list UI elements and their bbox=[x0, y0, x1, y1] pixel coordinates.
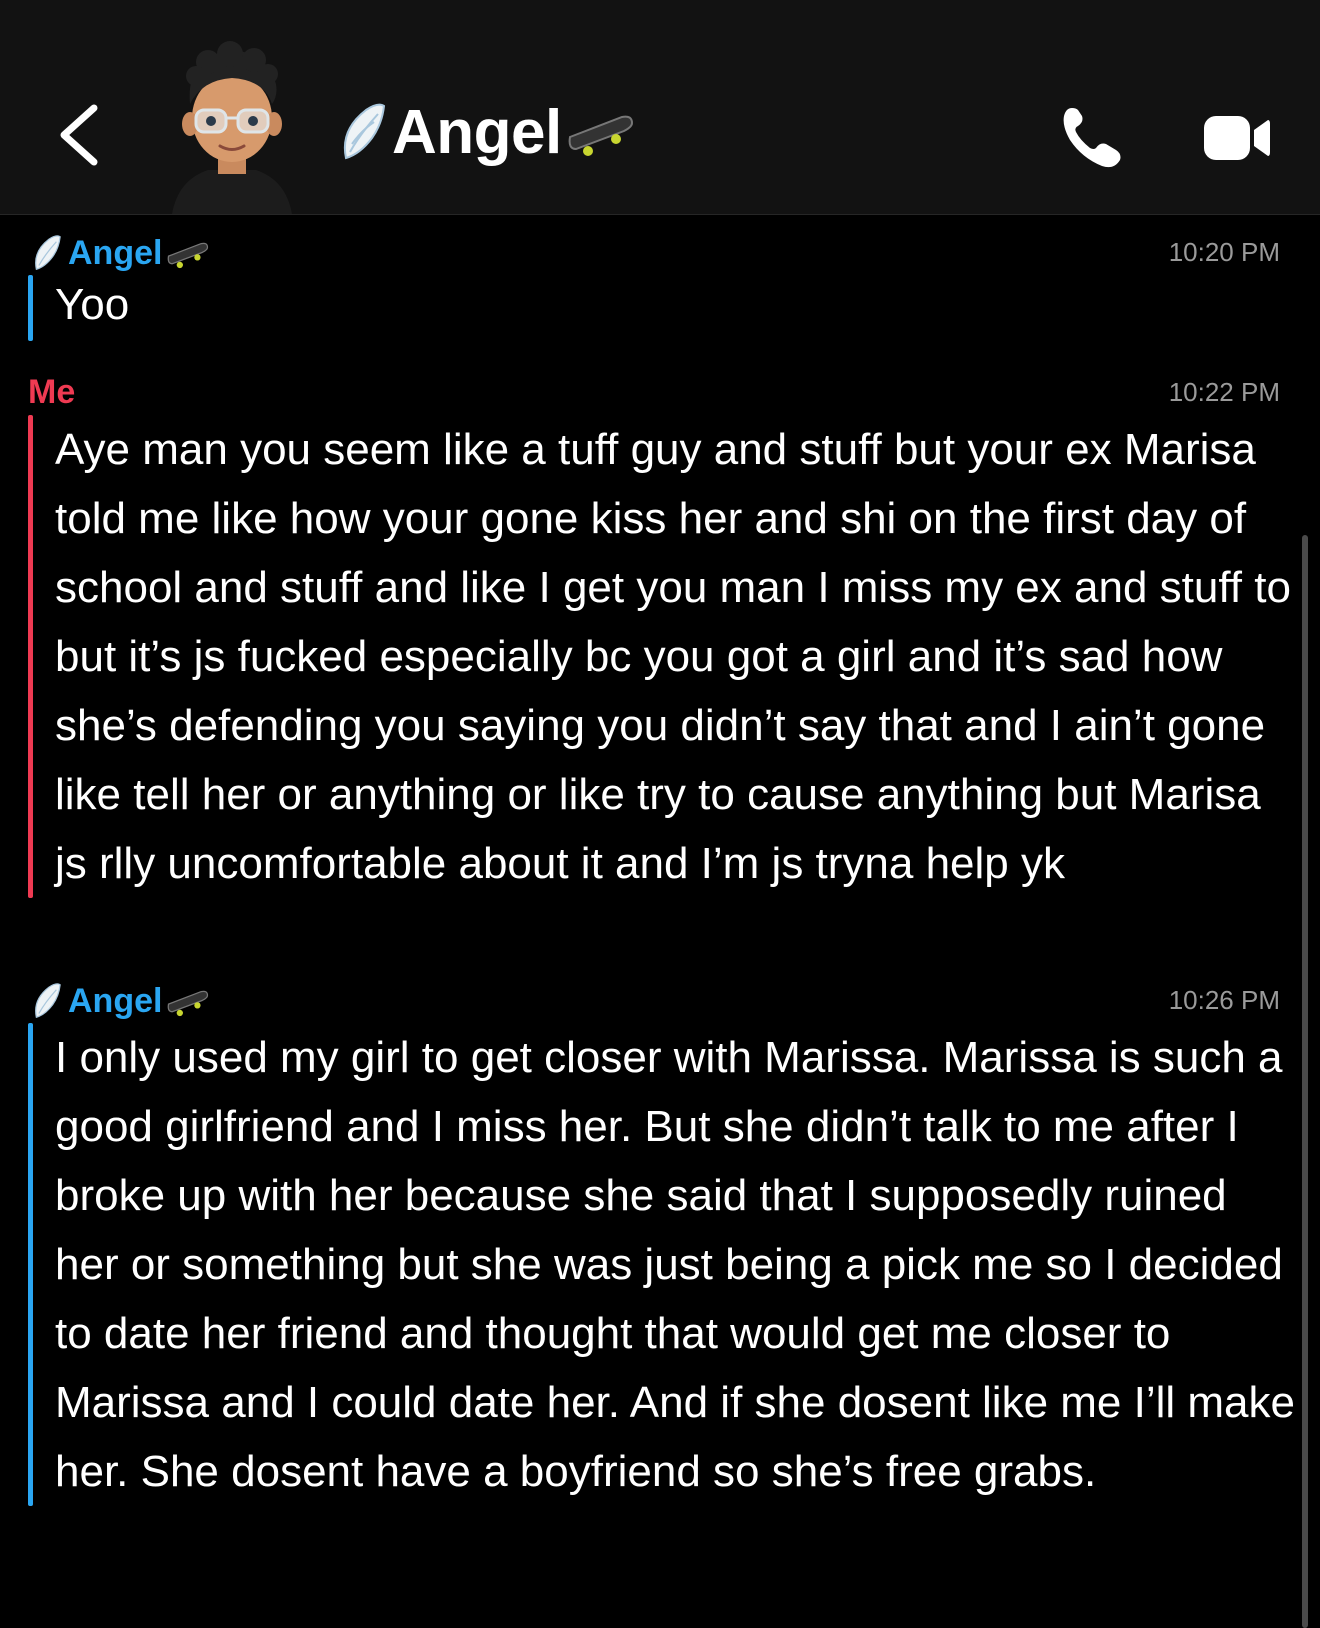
skateboard-emoji-icon bbox=[568, 115, 633, 156]
avatar[interactable] bbox=[168, 40, 296, 214]
scrollbar[interactable] bbox=[1302, 535, 1308, 1628]
timestamp: 10:26 PM bbox=[1168, 985, 1280, 1015]
message-group: Angel 10:20 PM Yoo bbox=[0, 223, 1320, 341]
skateboard-emoji-icon bbox=[168, 990, 209, 1017]
message-group: Me 10:22 PM Aye man you seem like a tuff… bbox=[0, 363, 1320, 898]
skateboard-emoji-icon bbox=[168, 242, 209, 269]
message-bar bbox=[28, 275, 33, 341]
angel-wing-emoji-icon bbox=[344, 103, 386, 160]
sender-name: Angel bbox=[68, 233, 163, 272]
sender-name: Angel bbox=[68, 981, 163, 1020]
message-text[interactable]: I only used my girl to get closer with M… bbox=[55, 1023, 1295, 1506]
message-text[interactable]: Aye man you seem like a tuff guy and stu… bbox=[55, 415, 1295, 898]
timestamp: 10:22 PM bbox=[1168, 377, 1280, 407]
phone-icon[interactable] bbox=[1058, 104, 1128, 170]
video-camera-icon[interactable] bbox=[1202, 112, 1272, 164]
chat-header: Angel bbox=[0, 0, 1320, 215]
angel-wing-emoji-icon bbox=[35, 235, 61, 271]
chat-title[interactable]: Angel bbox=[338, 92, 636, 172]
message-bar bbox=[28, 1023, 33, 1506]
message-text[interactable]: Yoo bbox=[55, 275, 1295, 335]
sender-name: Me bbox=[28, 373, 76, 411]
timestamp: 10:20 PM bbox=[1168, 237, 1280, 267]
sender-label: Me bbox=[28, 373, 75, 412]
angel-wing-emoji-icon bbox=[35, 983, 61, 1019]
sender-label: Angel bbox=[30, 981, 210, 1021]
message-list[interactable]: Angel 10:20 PM Yoo Me 10:22 PM Aye man y… bbox=[0, 215, 1320, 1628]
message-group: Angel 10:26 PM I only used my girl to ge… bbox=[0, 971, 1320, 1506]
message-bar bbox=[28, 415, 33, 898]
contact-name: Angel bbox=[392, 97, 562, 167]
chevron-left-icon[interactable] bbox=[52, 100, 112, 170]
sender-label: Angel bbox=[30, 233, 210, 273]
